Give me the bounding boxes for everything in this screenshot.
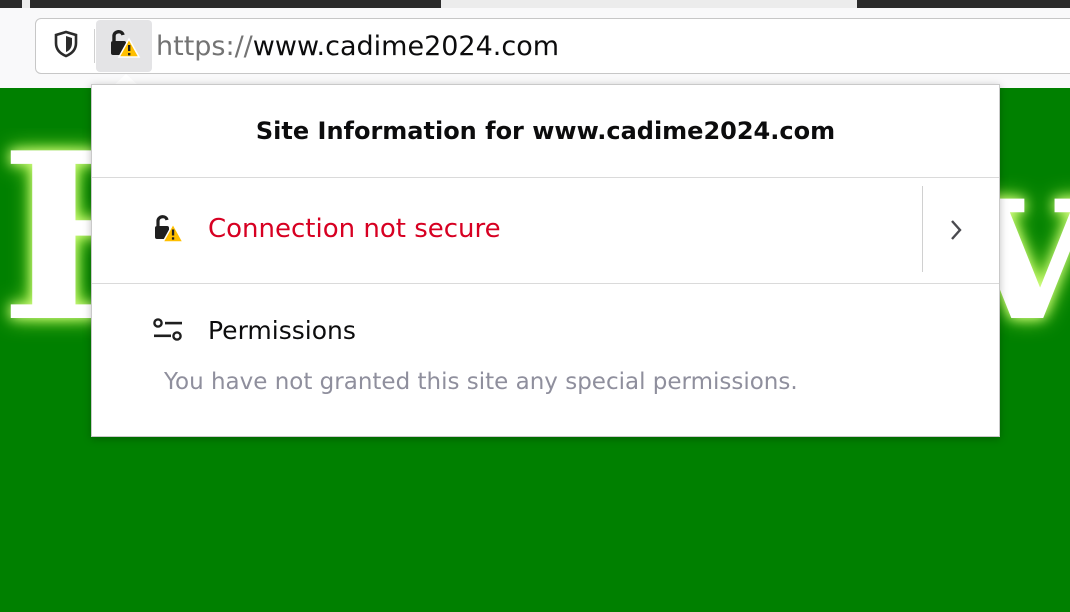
tab-strip xyxy=(0,0,1070,8)
permissions-description: You have not granted this site any speci… xyxy=(164,369,798,395)
row-separator xyxy=(922,186,923,272)
tracking-protection-button[interactable] xyxy=(38,20,94,72)
site-info-panel: Site Information for www.cadime2024.com … xyxy=(91,84,1000,437)
tab[interactable] xyxy=(30,0,441,8)
url-bar-separator xyxy=(94,29,95,63)
panel-title: Site Information for www.cadime2024.com xyxy=(255,117,836,145)
url-host: www.cadime2024.com xyxy=(252,31,560,62)
site-identity-button[interactable] xyxy=(96,20,152,72)
url-bar[interactable]: https://www.cadime2024.com xyxy=(35,18,1070,74)
insecure-lock-warning-icon xyxy=(152,214,185,248)
shield-icon xyxy=(53,30,79,62)
permissions-title: Permissions xyxy=(208,316,356,345)
url-text[interactable]: https://www.cadime2024.com xyxy=(156,19,559,75)
insecure-lock-warning-icon xyxy=(107,27,141,65)
navigation-toolbar: https://www.cadime2024.com xyxy=(0,8,1070,88)
divider xyxy=(92,283,999,284)
chevron-right-icon[interactable] xyxy=(948,218,964,246)
url-scheme: https:// xyxy=(156,31,253,62)
connection-status-label: Connection not secure xyxy=(208,214,501,244)
tab[interactable] xyxy=(0,0,22,8)
tab[interactable] xyxy=(857,0,1070,8)
connection-security-row[interactable]: Connection not secure xyxy=(92,178,999,283)
permissions-sliders-icon xyxy=(152,317,184,347)
